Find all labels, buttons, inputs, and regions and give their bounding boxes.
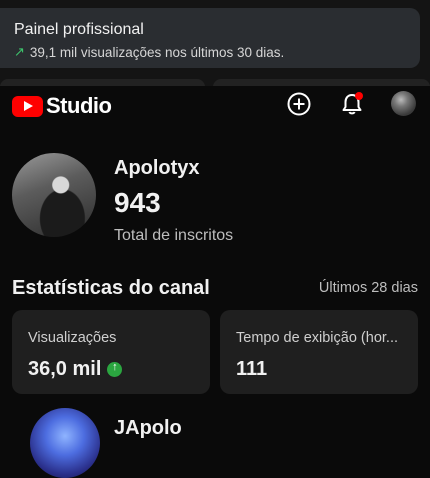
- stats-period: Últimos 28 dias: [318, 280, 418, 296]
- account-avatar[interactable]: [391, 91, 416, 116]
- notification-subtitle: 39,1 mil visualizações nos últimos 30 di…: [29, 44, 285, 60]
- list-item-name: JApolo: [114, 417, 182, 439]
- youtube-studio-logo[interactable]: Studio: [12, 93, 112, 119]
- channel-stats-title: Estatísticas do canal: [12, 277, 210, 299]
- watch-time-value-row: 111: [236, 358, 402, 381]
- notifications-bell-icon[interactable]: [339, 91, 365, 117]
- youtube-play-icon: [12, 95, 43, 117]
- app-name: Studio: [46, 93, 112, 118]
- views-label: Visualizações: [28, 330, 117, 346]
- create-plus-icon[interactable]: [286, 91, 312, 117]
- notification-dot: [355, 92, 363, 100]
- notification-banner[interactable]: Painel profissional ↗ 39,1 mil visualiza…: [0, 8, 420, 68]
- watch-time-card[interactable]: Tempo de exibição (hor... 111: [220, 310, 418, 394]
- channel-avatar[interactable]: [12, 153, 96, 237]
- views-value-row: 36,0 mil: [28, 358, 194, 381]
- notification-subtitle-row: ↗ 39,1 mil visualizações nos últimos 30 …: [14, 44, 406, 60]
- subscriber-count: 943: [114, 187, 161, 218]
- views-value: 36,0 mil: [28, 358, 102, 380]
- notification-title: Painel profissional: [14, 21, 144, 38]
- app-header: Studio: [0, 86, 430, 122]
- channel-name: Apolotyx: [114, 157, 200, 179]
- trend-up-icon: [107, 361, 123, 377]
- subscriber-label: Total de inscritos: [114, 227, 234, 244]
- trending-up-arrow-icon: ↗: [14, 44, 25, 59]
- views-card[interactable]: Visualizações 36,0 mil: [12, 310, 210, 394]
- watch-time-label: Tempo de exibição (hor...: [236, 330, 399, 346]
- list-item-avatar[interactable]: [30, 408, 100, 478]
- watch-time-value: 111: [236, 358, 268, 380]
